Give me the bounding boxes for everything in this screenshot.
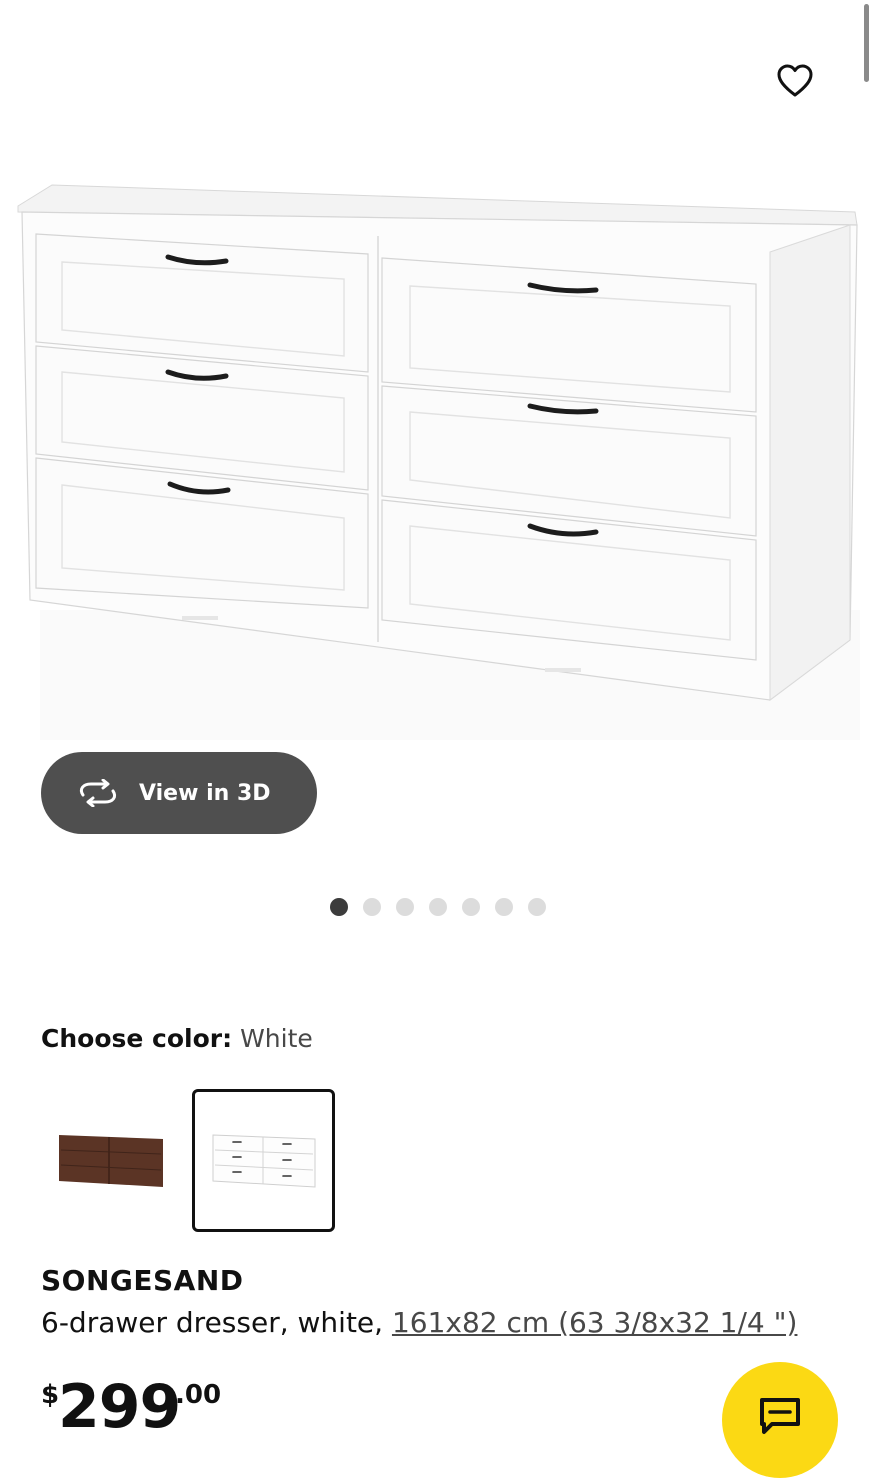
dresser-illustration (17, 184, 860, 740)
color-option-brown[interactable] (43, 1092, 181, 1230)
scrollbar[interactable] (864, 4, 869, 82)
product-image[interactable] (0, 120, 877, 750)
product-description: 6-drawer dresser, white, 161x82 cm (63 3… (41, 1306, 797, 1339)
white-dresser-thumbnail (212, 1133, 315, 1188)
color-option-white[interactable] (192, 1089, 335, 1232)
rotate-3d-icon (77, 778, 121, 808)
chat-icon (758, 1396, 802, 1440)
price-currency: $ (41, 1380, 60, 1410)
gallery-dot[interactable] (462, 898, 480, 916)
gallery-dot[interactable] (396, 898, 414, 916)
chat-button[interactable] (722, 1362, 838, 1478)
selected-color-value: White (240, 1024, 313, 1053)
gallery-dot[interactable] (528, 898, 546, 916)
favorite-button[interactable] (772, 58, 818, 104)
color-selector-label: Choose color: White (41, 1024, 313, 1053)
price-integer: 299 (58, 1372, 181, 1442)
gallery-dot[interactable] (363, 898, 381, 916)
product-dimensions-link[interactable]: 161x82 cm (63 3/8x32 1/4 ") (392, 1306, 798, 1339)
view-in-3d-label: View in 3D (139, 780, 271, 806)
choose-color-label: Choose color: (41, 1024, 233, 1053)
gallery-pagination (330, 898, 546, 916)
gallery-dot[interactable] (429, 898, 447, 916)
view-in-3d-button[interactable]: View in 3D (41, 752, 317, 834)
product-type: 6-drawer dresser, white, (41, 1306, 384, 1339)
price-decimal: .00 (175, 1380, 222, 1410)
gallery-dot[interactable] (495, 898, 513, 916)
product-name: SONGESAND (41, 1264, 244, 1297)
gallery-dot[interactable] (330, 898, 348, 916)
heart-icon (777, 64, 813, 97)
brown-dresser-thumbnail (59, 1135, 163, 1187)
